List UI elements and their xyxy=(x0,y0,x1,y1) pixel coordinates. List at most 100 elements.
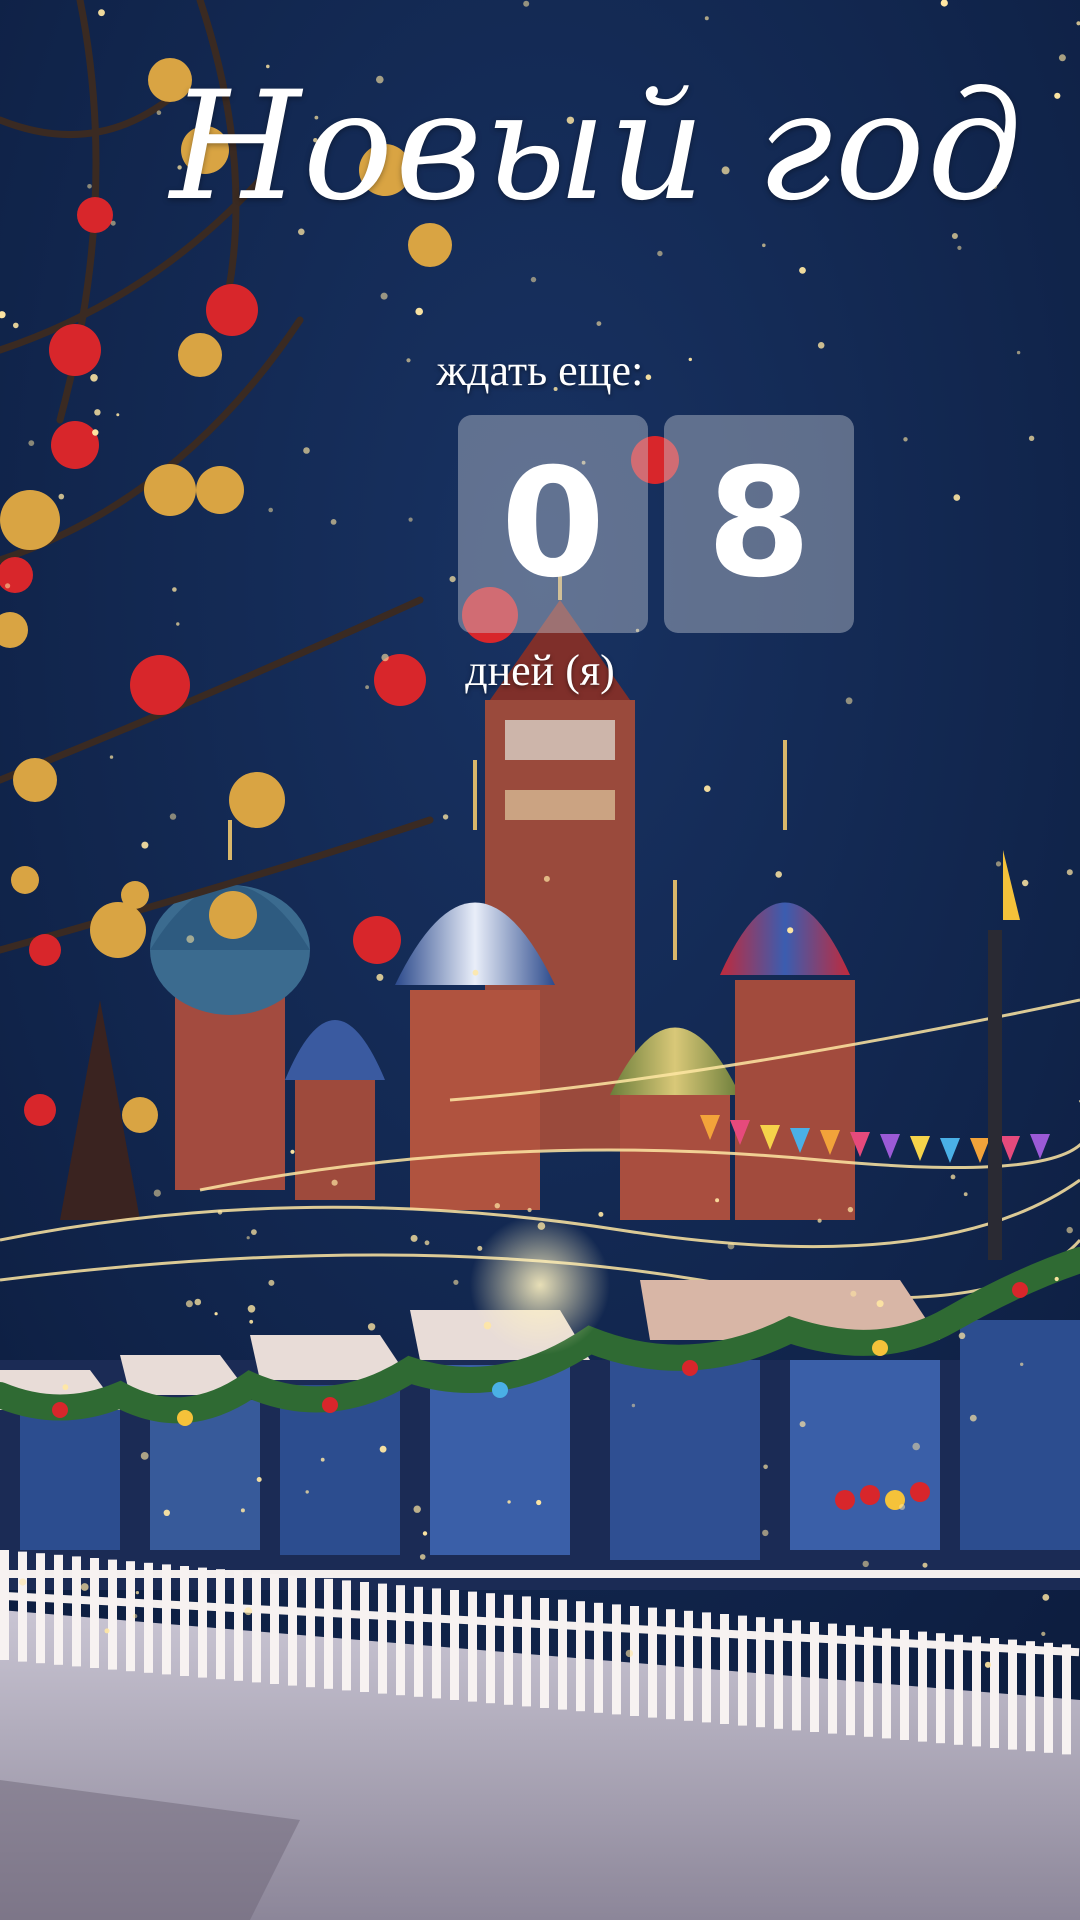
fence-picket xyxy=(846,1625,855,1736)
fence-picket xyxy=(630,1606,639,1716)
fairy-light xyxy=(140,1452,149,1460)
fairy-light xyxy=(537,1222,546,1230)
fairy-light xyxy=(995,861,1002,867)
fairy-light xyxy=(305,1490,309,1494)
countdown-wallpaper: Новый год ждать еще: 0 8 дней (я) xyxy=(0,0,1080,1920)
fairy-light xyxy=(186,935,195,943)
fence-picket xyxy=(918,1631,927,1742)
fairy-light xyxy=(625,1649,634,1658)
fence-picket xyxy=(432,1588,441,1699)
fairy-light xyxy=(799,267,806,274)
fence-picket xyxy=(486,1593,495,1704)
fence-picket xyxy=(270,1574,279,1684)
fairy-light xyxy=(969,1414,977,1422)
fairy-light xyxy=(422,1531,428,1536)
fairy-light xyxy=(290,1149,295,1154)
fairy-light xyxy=(408,517,413,522)
fence-picket xyxy=(594,1602,603,1713)
fence-picket xyxy=(720,1614,729,1724)
fence-picket xyxy=(342,1580,351,1691)
fairy-light xyxy=(217,1210,223,1215)
fairy-light xyxy=(153,1189,161,1197)
fairy-light xyxy=(957,245,962,250)
fairy-light xyxy=(331,1179,338,1186)
fairy-light xyxy=(715,1198,720,1203)
fairy-light xyxy=(631,1403,636,1408)
fairy-light xyxy=(472,969,479,976)
fairy-light xyxy=(817,1218,822,1223)
fairy-light xyxy=(787,927,794,934)
fairy-light xyxy=(87,184,92,189)
fence-picket xyxy=(954,1634,963,1745)
countdown-label: ждать еще: xyxy=(436,346,644,395)
fence-picket xyxy=(306,1577,315,1688)
fairy-light xyxy=(657,250,663,257)
fairy-light xyxy=(596,321,602,326)
fairy-light xyxy=(598,1211,604,1217)
fairy-light xyxy=(132,1613,138,1619)
fairy-light xyxy=(13,322,19,329)
fairy-light xyxy=(135,1591,139,1595)
fairy-light xyxy=(704,785,711,792)
fairy-light xyxy=(98,9,105,17)
fairy-light xyxy=(251,1229,257,1235)
fence-picket xyxy=(0,1550,9,1660)
fairy-light xyxy=(850,1290,857,1297)
fairy-light xyxy=(799,1421,806,1428)
fence-picket xyxy=(450,1590,459,1700)
fence-picket xyxy=(540,1598,549,1708)
fence-picket xyxy=(828,1623,837,1734)
fairy-light xyxy=(376,973,384,981)
fairy-light xyxy=(141,841,149,849)
fairy-light xyxy=(527,1207,532,1213)
fairy-light xyxy=(1042,1594,1050,1601)
fairy-light xyxy=(268,507,274,513)
fence-picket xyxy=(18,1551,27,1662)
fairy-light xyxy=(963,1192,968,1197)
fence-picket xyxy=(684,1610,693,1721)
fence-picket xyxy=(162,1564,171,1675)
fence-picket xyxy=(936,1633,945,1744)
fairy-light xyxy=(58,493,65,500)
fence-picket xyxy=(522,1596,531,1707)
fairy-light xyxy=(303,447,310,454)
title-new-year: Новый год xyxy=(170,60,1025,234)
fence-picket xyxy=(756,1617,765,1728)
fence-picket xyxy=(990,1638,999,1748)
fairy-light xyxy=(116,413,120,417)
fence-picket xyxy=(54,1554,63,1665)
fairy-light xyxy=(410,1234,418,1242)
fairy-light xyxy=(80,1583,89,1591)
fairy-light xyxy=(727,1242,735,1250)
fairy-light xyxy=(1041,1631,1046,1636)
countdown-units: дней (я) xyxy=(465,646,615,695)
countdown-digit-ones: 8 xyxy=(664,415,854,633)
fence-picket xyxy=(180,1566,189,1676)
fairy-light xyxy=(762,243,766,248)
fairy-light xyxy=(984,1661,992,1668)
fence-picket xyxy=(324,1578,333,1689)
fairy-light xyxy=(1020,1362,1024,1367)
fence-picket xyxy=(900,1630,909,1740)
fairy-light xyxy=(704,16,709,21)
fairy-light xyxy=(330,519,337,525)
fairy-light xyxy=(845,697,853,705)
fairy-light xyxy=(244,1607,253,1616)
fairy-light xyxy=(953,494,961,501)
fairy-light xyxy=(110,220,116,226)
fence-picket xyxy=(198,1567,207,1678)
fence-picket xyxy=(108,1559,117,1670)
fairy-light xyxy=(763,1464,768,1470)
fence-picket xyxy=(864,1626,873,1737)
fairy-light xyxy=(379,1445,387,1453)
fairy-light xyxy=(367,1323,376,1331)
fence-picket xyxy=(36,1553,45,1664)
fence-picket xyxy=(1008,1639,1017,1750)
fairy-light xyxy=(847,1206,854,1213)
fairy-light xyxy=(449,576,456,583)
fence-picket xyxy=(882,1628,891,1739)
fairy-light xyxy=(415,307,424,316)
fairy-light xyxy=(1066,1226,1073,1234)
fence-picket xyxy=(216,1569,225,1680)
fairy-light xyxy=(214,1312,218,1316)
